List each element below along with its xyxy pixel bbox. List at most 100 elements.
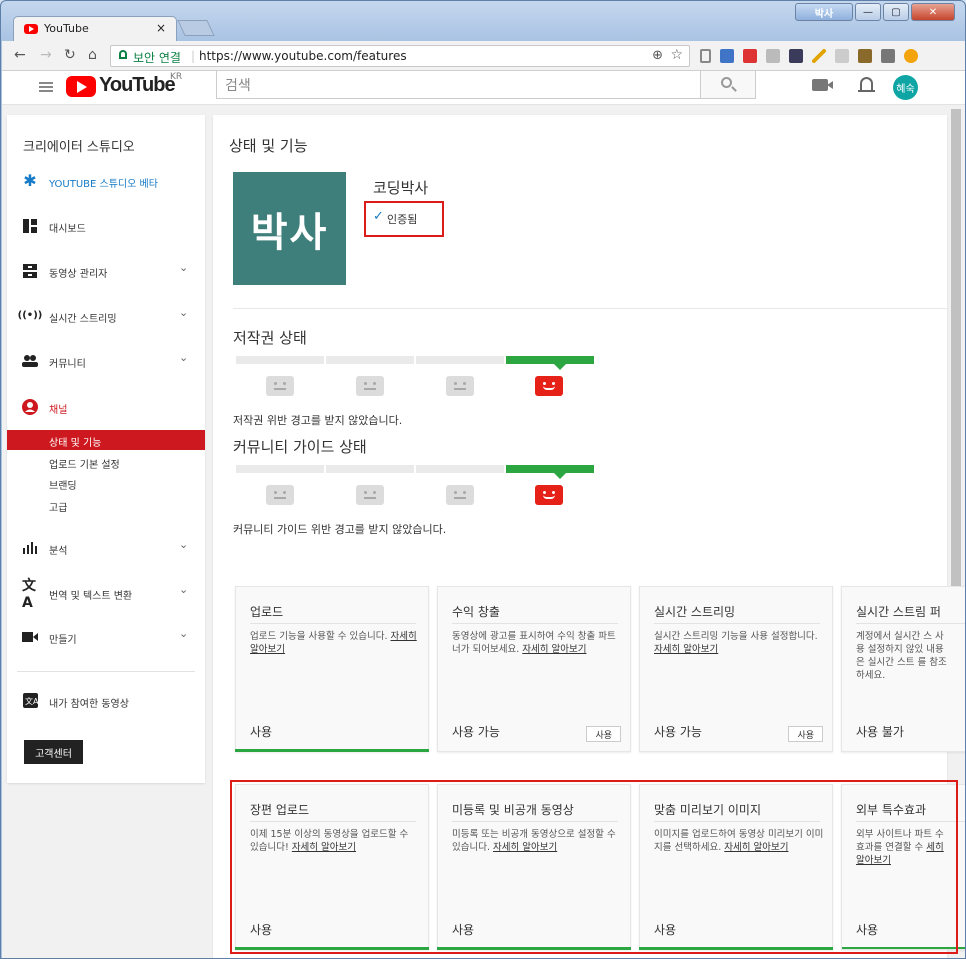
chevron-down-icon[interactable]: ⌄ <box>179 627 188 640</box>
strike-bar <box>326 356 414 364</box>
translate-extension-icon[interactable] <box>720 49 734 63</box>
help-center-button[interactable]: 고객센터 <box>24 740 83 764</box>
reload-icon[interactable]: ↻ <box>64 47 76 63</box>
lock-icon <box>119 50 127 59</box>
feature-status: 사용 불가 <box>856 725 904 739</box>
search-input[interactable]: 검색 <box>216 71 701 99</box>
sidebar-item-contributed[interactable]: 文A 내가 참여한 동영상 <box>7 691 205 711</box>
community-note: 커뮤니티 가이드 위반 경고를 받지 않았습니다. <box>233 523 447 536</box>
minimize-button[interactable]: — <box>855 3 881 21</box>
sidebar-subitem-label: 브랜딩 <box>49 481 77 492</box>
feature-title: 실시간 스트리밍 <box>654 605 736 619</box>
dashboard-icon <box>22 218 38 233</box>
section-divider <box>233 308 947 309</box>
page-title: 상태 및 기능 <box>229 137 308 155</box>
zoom-icon[interactable]: ⊕ <box>652 48 663 63</box>
notifications-bell-icon[interactable] <box>858 77 875 92</box>
enable-button[interactable]: 사용 <box>586 726 621 742</box>
url-text[interactable]: https://www.youtube.com/features <box>199 49 407 63</box>
chevron-down-icon[interactable]: ⌄ <box>179 306 188 319</box>
new-tab-button[interactable] <box>177 20 215 36</box>
sidebar-item-community[interactable]: 커뮤니티 ⌄ <box>7 351 205 371</box>
happy-face-icon <box>535 376 563 396</box>
alert-extension-icon[interactable] <box>904 49 918 63</box>
sidebar-item-label: 실시간 스트리밍 <box>49 314 117 325</box>
extension-icon[interactable] <box>766 49 780 63</box>
sidebar-item-video-manager[interactable]: 동영상 관리자 ⌄ <box>7 261 205 281</box>
search-icon <box>721 77 732 88</box>
youtube-play-icon <box>66 76 96 97</box>
sidebar-subitem-label: 고급 <box>49 503 68 514</box>
feature-status: 사용 가능 <box>452 725 500 739</box>
strike-bar-current <box>506 465 594 473</box>
sidebar-item-label: 커뮤니티 <box>49 359 86 370</box>
chevron-down-icon[interactable]: ⌄ <box>179 261 188 274</box>
sidebar-subitem-status[interactable]: 상태 및 기능 <box>7 430 205 450</box>
adblock-extension-icon[interactable] <box>743 49 757 63</box>
cast-extension-icon[interactable] <box>835 49 849 63</box>
forward-icon[interactable]: → <box>40 47 52 63</box>
close-window-button[interactable]: ✕ <box>911 3 955 21</box>
contributed-translate-icon: 文A <box>22 693 38 708</box>
sidebar-subitem-upload-defaults[interactable]: 업로드 기본 설정 <box>7 452 205 472</box>
sidebar-title: 크리에이터 스튜디오 <box>23 140 135 155</box>
svg-text:文A: 文A <box>25 696 38 706</box>
address-bar[interactable]: 보안 연결 | https://www.youtube.com/features… <box>110 45 690 67</box>
sidebar-subitem-branding[interactable]: 브랜딩 <box>7 473 205 493</box>
strike-bar <box>416 465 504 473</box>
sidebar-item-create[interactable]: 만들기 ⌄ <box>7 627 205 647</box>
sidebar-item-channel[interactable]: 채널 <box>7 397 205 417</box>
community-strike-meter <box>236 465 596 505</box>
strike-bar <box>236 465 324 473</box>
screenshot-extension-icon[interactable] <box>789 49 803 63</box>
upload-video-icon[interactable] <box>812 79 833 91</box>
tab-title: YouTube <box>44 22 89 35</box>
neutral-face-icon <box>356 485 384 505</box>
channel-name: 코딩박사 <box>373 179 429 197</box>
feature-description: 업로드 기능을 사용할 수 있습니다. 자세히 알아보기 <box>250 630 420 656</box>
sidebar-item-label: 채널 <box>49 405 68 416</box>
verified-badge: ✓ 인증됨 <box>364 201 444 237</box>
tab-strip: YouTube × 박사 — ▢ ✕ <box>1 1 965 41</box>
happy-face-icon <box>535 485 563 505</box>
reader-extension-icon[interactable] <box>700 49 711 63</box>
highlight-box <box>230 780 958 954</box>
scrollbar-thumb[interactable] <box>951 109 961 669</box>
avatar[interactable]: 혜숙 <box>893 75 918 100</box>
sidebar-item-label: 동영상 관리자 <box>49 269 108 280</box>
chevron-down-icon[interactable]: ⌄ <box>179 351 188 364</box>
neutral-face-icon <box>446 485 474 505</box>
close-tab-icon[interactable]: × <box>156 21 166 35</box>
neutral-face-icon <box>446 376 474 396</box>
bookmark-star-icon[interactable]: ☆ <box>670 47 683 63</box>
sidebar-item-dashboard[interactable]: 대시보드 <box>7 216 205 236</box>
sidebar-item-analytics[interactable]: 분석 ⌄ <box>7 538 205 558</box>
search-placeholder: 검색 <box>225 78 251 94</box>
pencil-extension-icon[interactable] <box>812 49 826 63</box>
home-icon[interactable]: ⌂ <box>88 47 97 63</box>
sidebar-item-studio-beta[interactable]: ✱ YOUTUBE 스튜디오 베타 <box>7 171 205 191</box>
maximize-button[interactable]: ▢ <box>883 3 909 21</box>
profile-button[interactable]: 박사 <box>795 3 853 21</box>
learn-more-link[interactable]: 자세히 알아보기 <box>654 644 718 655</box>
extension-icon[interactable] <box>881 49 895 63</box>
browser-tab[interactable]: YouTube × <box>13 16 177 41</box>
menu-icon[interactable] <box>39 82 53 92</box>
live-icon: ((•)) <box>17 310 43 321</box>
chevron-down-icon[interactable]: ⌄ <box>179 538 188 551</box>
search-button[interactable] <box>700 71 756 99</box>
sidebar-item-live[interactable]: ((•)) 실시간 스트리밍 ⌄ <box>7 306 205 326</box>
game-extension-icon[interactable] <box>858 49 872 63</box>
learn-more-link[interactable]: 자세히 알아보기 <box>522 644 586 655</box>
extension-icons <box>700 49 918 63</box>
enable-button[interactable]: 사용 <box>788 726 823 742</box>
back-icon[interactable]: ← <box>14 47 26 63</box>
check-icon: ✓ <box>373 209 384 224</box>
sidebar-subitem-advanced[interactable]: 고급 <box>7 495 205 515</box>
feature-status: 사용 가능 <box>654 725 702 739</box>
sidebar-item-label: 대시보드 <box>49 224 86 235</box>
feature-title: 수익 창출 <box>452 605 500 619</box>
chevron-down-icon[interactable]: ⌄ <box>179 583 188 596</box>
sidebar-item-translation[interactable]: 文A 번역 및 텍스트 변환 ⌄ <box>7 578 205 611</box>
window-controls: 박사 — ▢ ✕ <box>795 3 955 23</box>
